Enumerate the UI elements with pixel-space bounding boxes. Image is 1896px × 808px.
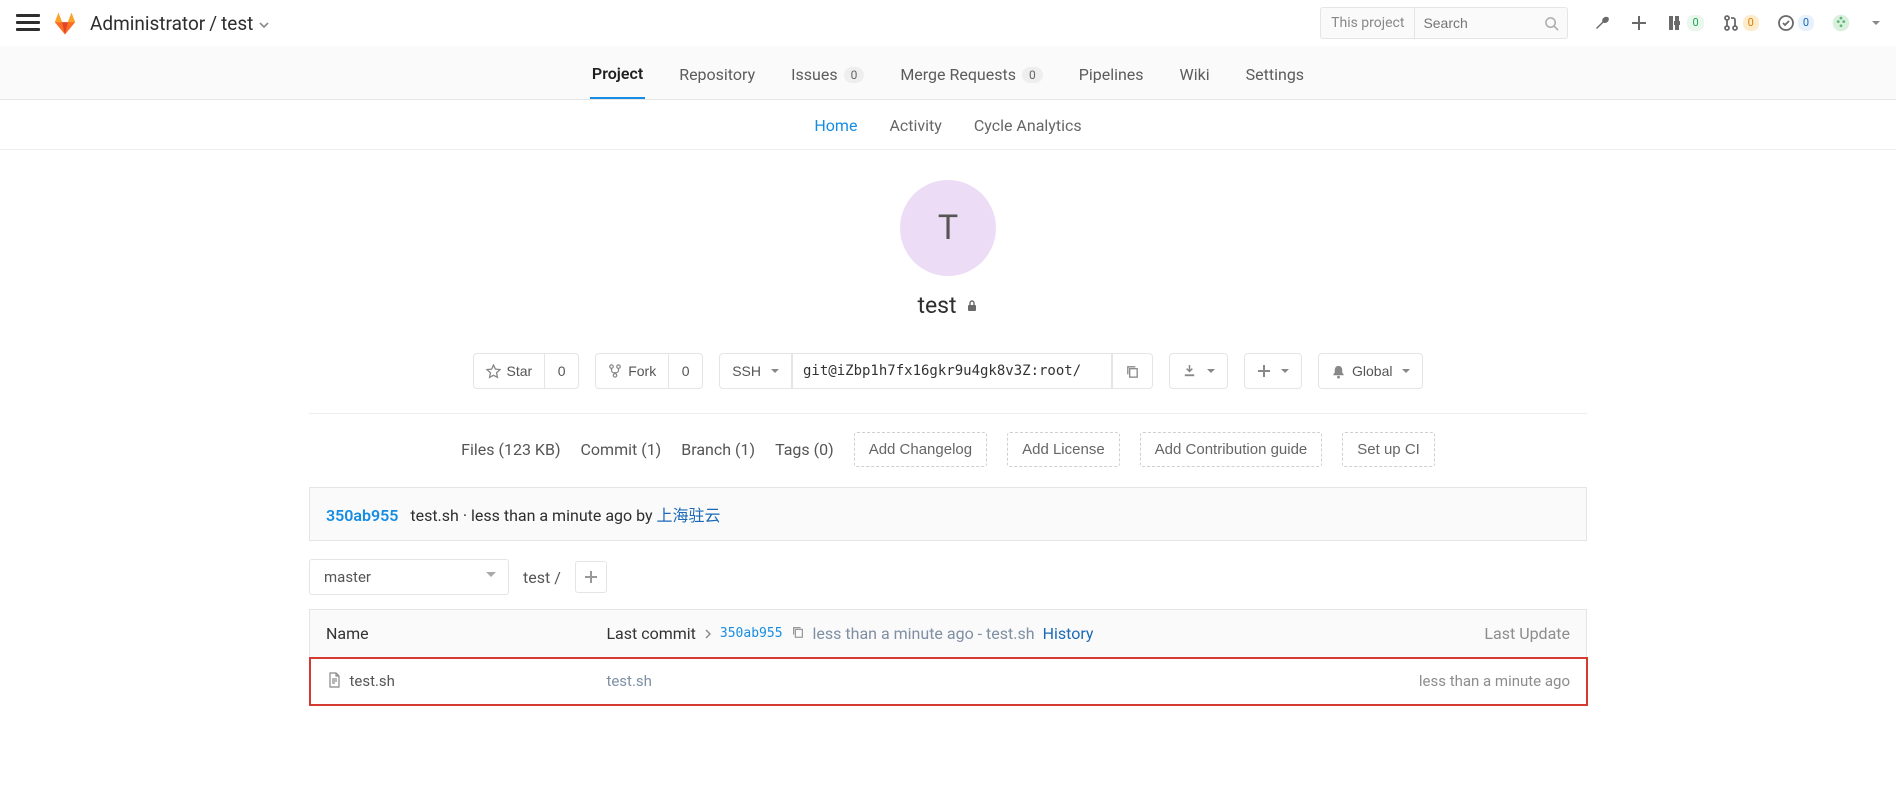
- search-scope[interactable]: This project: [1321, 8, 1415, 38]
- tab-issues-label: Issues: [791, 65, 837, 84]
- last-commit-bar: 350ab955 test.sh · less than a minute ag…: [309, 487, 1587, 541]
- issues-shortcut-icon[interactable]: 0: [1666, 14, 1703, 32]
- notification-label: Global: [1352, 363, 1392, 379]
- setup-ci-button[interactable]: Set up CI: [1342, 432, 1435, 467]
- file-name: test.sh: [349, 672, 394, 690]
- branch-select[interactable]: master: [309, 559, 509, 595]
- project-avatar: T: [900, 180, 996, 276]
- stat-branches[interactable]: Branch (1): [681, 440, 755, 459]
- search-input[interactable]: [1415, 8, 1535, 38]
- col-last-commit-label: Last commit: [606, 624, 695, 643]
- tab-repository[interactable]: Repository: [677, 46, 757, 99]
- file-commit-msg: test.sh: [606, 672, 651, 690]
- subtab-cycle-analytics[interactable]: Cycle Analytics: [974, 116, 1082, 135]
- tab-issues-count: 0: [844, 67, 865, 83]
- file-icon: [326, 672, 346, 690]
- clone-protocol-dropdown[interactable]: SSH: [719, 353, 792, 389]
- last-commit-sha[interactable]: 350ab955: [326, 506, 398, 525]
- chevron-down-icon: [1207, 369, 1215, 377]
- project-name: test: [917, 292, 956, 319]
- add-license-button[interactable]: Add License: [1007, 432, 1120, 467]
- breadcrumb[interactable]: Administrator / test: [90, 12, 269, 35]
- visibility-private-icon: [965, 292, 979, 319]
- col-name: Name: [326, 624, 369, 643]
- fork-label: Fork: [628, 363, 656, 379]
- global-search[interactable]: This project: [1320, 7, 1568, 39]
- copy-sha-icon[interactable]: [791, 624, 805, 643]
- star-button[interactable]: Star: [473, 353, 546, 389]
- tab-pipelines[interactable]: Pipelines: [1077, 46, 1146, 99]
- mr-shortcut-icon[interactable]: 0: [1722, 14, 1759, 32]
- path-root[interactable]: test: [523, 568, 550, 587]
- chevron-down-icon: [771, 369, 779, 377]
- add-contribution-guide-button[interactable]: Add Contribution guide: [1140, 432, 1323, 467]
- chevron-right-icon: [704, 624, 712, 643]
- stat-tags[interactable]: Tags (0): [775, 440, 834, 459]
- col-last-update: Last Update: [1484, 624, 1570, 643]
- history-link[interactable]: History: [1043, 624, 1094, 643]
- new-plus-icon[interactable]: [1630, 14, 1648, 32]
- breadcrumb-owner[interactable]: Administrator: [90, 12, 205, 35]
- fork-button[interactable]: Fork: [595, 353, 669, 389]
- copy-url-button[interactable]: [1112, 353, 1153, 389]
- header-commit-info: less than a minute ago - test.sh: [813, 624, 1035, 643]
- fork-count[interactable]: 0: [669, 353, 703, 389]
- tab-issues[interactable]: Issues 0: [789, 46, 866, 99]
- todos-shortcut-icon[interactable]: 0: [1777, 14, 1814, 32]
- user-avatar[interactable]: [1832, 14, 1850, 32]
- breadcrumb-project[interactable]: test: [221, 12, 253, 35]
- star-count[interactable]: 0: [545, 353, 579, 389]
- last-commit-message: test.sh: [410, 506, 459, 525]
- chevron-down-icon: [1402, 369, 1410, 377]
- admin-wrench-icon[interactable]: [1594, 14, 1612, 32]
- clone-url-input[interactable]: [792, 353, 1112, 389]
- todos-shortcut-count: 0: [1798, 15, 1814, 30]
- subtab-activity[interactable]: Activity: [889, 116, 941, 135]
- mr-shortcut-count: 0: [1743, 15, 1759, 30]
- star-label: Star: [507, 363, 533, 379]
- header-commit-sha[interactable]: 350ab955: [720, 626, 783, 641]
- tab-mr-label: Merge Requests: [900, 65, 1016, 84]
- gitlab-logo-icon[interactable]: [52, 10, 78, 36]
- notification-dropdown[interactable]: Global: [1318, 353, 1423, 389]
- last-commit-sep: ·: [463, 506, 467, 525]
- breadcrumb-sep: /: [209, 12, 217, 35]
- stat-files[interactable]: Files (123 KB): [461, 440, 560, 459]
- chevron-down-icon[interactable]: [259, 12, 269, 35]
- add-changelog-button[interactable]: Add Changelog: [854, 432, 987, 467]
- user-menu-caret-icon[interactable]: [1868, 19, 1880, 27]
- branch-selected: master: [324, 568, 371, 586]
- tab-wiki[interactable]: Wiki: [1178, 46, 1212, 99]
- path-sep: /: [554, 568, 561, 587]
- add-dropdown-button[interactable]: [1244, 353, 1302, 389]
- tab-settings[interactable]: Settings: [1244, 46, 1306, 99]
- hamburger-menu-icon[interactable]: [16, 14, 40, 32]
- chevron-down-icon: [1281, 369, 1289, 377]
- tab-mr-count: 0: [1022, 67, 1043, 83]
- tab-project[interactable]: Project: [590, 46, 645, 99]
- stat-commits[interactable]: Commit (1): [581, 440, 662, 459]
- file-updated: less than a minute ago: [1419, 672, 1570, 690]
- file-tree-table: Name Last commit 350ab955 less than a mi…: [309, 609, 1587, 705]
- download-button[interactable]: [1169, 353, 1228, 389]
- last-commit-time: less than a minute ago by: [471, 506, 653, 525]
- clone-protocol-label: SSH: [732, 363, 761, 379]
- tab-merge-requests[interactable]: Merge Requests 0: [898, 46, 1044, 99]
- new-file-button[interactable]: [575, 561, 607, 593]
- search-icon[interactable]: [1535, 8, 1567, 38]
- issues-shortcut-count: 0: [1687, 15, 1703, 30]
- last-commit-author[interactable]: 上海驻云: [657, 506, 721, 525]
- file-row[interactable]: test.sh test.sh less than a minute ago: [310, 658, 1587, 705]
- subtab-home[interactable]: Home: [814, 116, 857, 135]
